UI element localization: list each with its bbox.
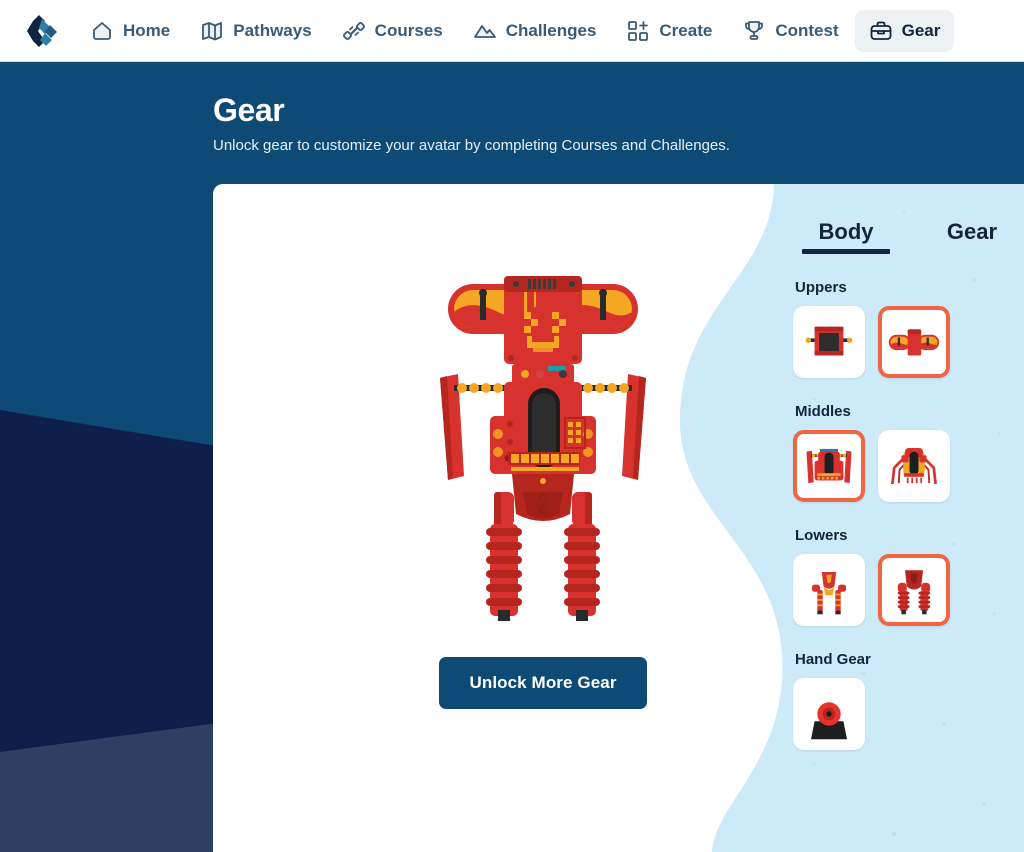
codeverse-logo[interactable]	[14, 9, 66, 53]
page-title: Gear	[213, 92, 285, 128]
nav-item-challenges[interactable]: Challenges	[459, 10, 611, 52]
nav-item-gear[interactable]: Gear	[854, 9, 955, 52]
tab-gear[interactable]: Gear	[922, 219, 1022, 254]
nav-label-courses: Courses	[374, 20, 443, 40]
lower-option-2[interactable]	[878, 554, 950, 626]
mountain-icon	[473, 24, 496, 38]
nav-label-pathways: Pathways	[233, 20, 312, 40]
customization-panel: Body Gear Uppers Middles Lowers Hand Gea…	[784, 184, 1024, 852]
upper-wings-art	[888, 329, 940, 356]
map-icon	[202, 21, 223, 40]
home-icon	[93, 21, 111, 40]
tile-list-uppers	[793, 306, 1024, 378]
group-middles: Middles	[784, 403, 1024, 502]
middle-option-1[interactable]	[793, 430, 865, 502]
group-title-middles: Middles	[795, 403, 851, 420]
lower-coil-art	[897, 570, 931, 615]
nav-label-home: Home	[123, 20, 171, 40]
grid-plus-icon	[628, 20, 649, 41]
nav-label-contest: Contest	[775, 20, 839, 40]
panel-tabs: Body Gear	[784, 184, 1024, 254]
group-title-hand-gear: Hand Gear	[795, 651, 871, 668]
nav-item-home[interactable]: Home	[76, 10, 184, 52]
page-subtitle: Unlock gear to customize your avatar by …	[213, 136, 730, 154]
header-text-block: Gear Unlock gear to customize your avata…	[213, 92, 730, 154]
robot-avatar	[440, 276, 646, 621]
nav-item-pathways[interactable]: Pathways	[186, 10, 325, 52]
middle-bar-art	[806, 448, 852, 484]
tile-list-hand-gear	[793, 678, 1024, 750]
tile-list-lowers	[793, 554, 1024, 626]
nav-label-challenges: Challenges	[505, 20, 597, 40]
group-hand-gear: Hand Gear	[784, 651, 1024, 750]
tab-body[interactable]: Body	[800, 219, 892, 254]
gear-card: Unlock More Gear Body Gear Uppers Middle…	[213, 184, 1024, 852]
dumbbell-icon	[342, 21, 365, 40]
lower-thin-art	[811, 572, 847, 615]
group-title-uppers: Uppers	[795, 279, 847, 296]
nav-label-gear: Gear	[901, 20, 941, 40]
nav-item-create[interactable]: Create	[612, 10, 726, 52]
upper-box-art	[805, 326, 853, 356]
navbar: Home Pathways Courses Challenges Create …	[0, 0, 1024, 62]
hand-disc-art	[811, 702, 847, 740]
nav-label-create: Create	[659, 20, 713, 40]
unlock-more-gear-button[interactable]: Unlock More Gear	[439, 657, 647, 709]
group-title-lowers: Lowers	[795, 527, 848, 544]
logo-icon	[20, 12, 60, 49]
nav-item-list: Home Pathways Courses Challenges Create …	[76, 9, 955, 52]
middle-option-2[interactable]	[878, 430, 950, 502]
middle-spider-art	[891, 448, 937, 485]
briefcase-icon	[870, 21, 892, 40]
avatar-stage: Unlock More Gear	[213, 184, 873, 852]
group-lowers: Lowers	[784, 527, 1024, 626]
lower-option-1[interactable]	[793, 554, 865, 626]
nav-item-contest[interactable]: Contest	[728, 10, 852, 52]
group-uppers: Uppers	[784, 279, 1024, 378]
nav-item-courses[interactable]: Courses	[328, 10, 457, 52]
trophy-icon	[745, 20, 764, 40]
tile-list-middles	[793, 430, 1024, 502]
hand-gear-option-1[interactable]	[793, 678, 865, 750]
upper-option-2[interactable]	[878, 306, 950, 378]
upper-option-1[interactable]	[793, 306, 865, 378]
